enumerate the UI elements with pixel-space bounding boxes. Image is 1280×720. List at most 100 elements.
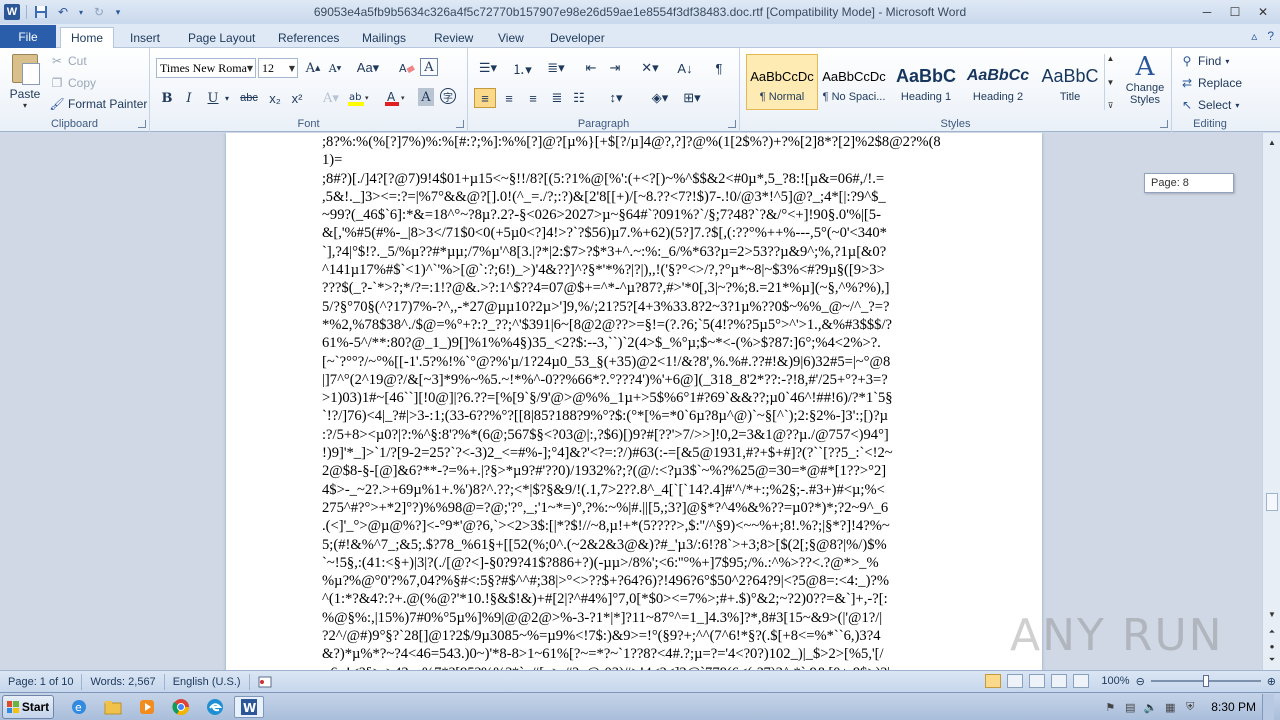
shrink-font-icon[interactable]: A ▼ <box>324 58 346 78</box>
macro-record-icon[interactable] <box>250 674 280 690</box>
web-layout-icon[interactable] <box>1029 674 1046 688</box>
italic-button[interactable]: I <box>178 88 200 108</box>
font-color-icon[interactable]: A ▾ <box>384 88 408 108</box>
scroll-down-icon[interactable]: ▼ <box>1107 78 1115 87</box>
paste-button[interactable]: Paste ▾ <box>8 54 42 110</box>
tab-developer[interactable]: Developer <box>540 27 615 48</box>
tab-view[interactable]: View <box>488 27 534 48</box>
language-indicator[interactable]: English (U.S.) <box>165 673 250 690</box>
document-body-text[interactable]: ;8?%:%(%[?]7%)%:%[#:?;%]:%%[?]@?[µ%}[+$[… <box>322 133 944 670</box>
page-count[interactable]: Page: 1 of 10 <box>0 673 83 690</box>
change-styles-button[interactable]: A Change Styles <box>1120 52 1170 116</box>
style-heading-1[interactable]: AaBbC Heading 1 <box>890 54 962 110</box>
subscript-button[interactable]: x₂ <box>264 88 286 108</box>
network-icon[interactable]: ▤ <box>1123 700 1137 714</box>
print-layout-view-icon[interactable] <box>985 674 1002 688</box>
text-effects-icon[interactable]: A▾ <box>320 88 342 108</box>
zoom-slider[interactable] <box>1150 675 1261 687</box>
more-styles-icon[interactable]: ⊽ <box>1108 101 1114 110</box>
superscript-button[interactable]: x² <box>286 88 308 108</box>
notification-flag-icon[interactable]: ⚑ <box>1103 700 1117 714</box>
tab-page-layout[interactable]: Page Layout <box>178 27 265 48</box>
close-icon[interactable]: ✕ <box>1250 2 1276 21</box>
word-logo-icon[interactable]: W <box>4 4 20 20</box>
scroll-up-icon[interactable]: ▲ <box>1107 54 1115 63</box>
underline-dropdown-icon[interactable]: ▾ <box>222 88 232 108</box>
clipboard-launcher-icon[interactable] <box>138 120 146 128</box>
zoom-slider-knob[interactable] <box>1202 675 1209 687</box>
help-icon[interactable]: ? <box>1267 29 1274 43</box>
minimize-ribbon-icon[interactable]: ▵ <box>1251 29 1257 43</box>
character-border-icon[interactable]: A <box>420 58 438 76</box>
find-button[interactable]: ⚲ Find ▾ <box>1180 52 1230 70</box>
undo-dropdown-icon[interactable]: ▾ <box>77 4 85 20</box>
edge-icon[interactable] <box>200 696 230 718</box>
volume-icon[interactable]: 🔈 <box>1143 700 1157 714</box>
save-icon[interactable] <box>33 4 49 20</box>
increase-indent-icon[interactable]: ⇥ <box>604 58 626 78</box>
highlight-color-icon[interactable]: ab ▾ <box>346 88 372 108</box>
paste-dropdown-icon[interactable]: ▾ <box>23 101 27 110</box>
multilevel-list-icon[interactable]: ≣▾ <box>542 58 570 78</box>
shading-icon[interactable]: ◈▾ <box>646 88 674 108</box>
sort-icon[interactable]: A↓ <box>674 58 696 78</box>
start-button[interactable]: Start <box>2 695 54 719</box>
document-page[interactable]: ;8?%:%(%[?]7%)%:%[#:?;%]:%%[?]@?[µ%}[+$[… <box>226 133 1042 670</box>
style-title[interactable]: AaBbC Title <box>1034 54 1106 110</box>
chrome-icon[interactable] <box>166 696 196 718</box>
justify-icon[interactable]: ≣ <box>546 88 568 108</box>
show-formatting-marks-icon[interactable]: ¶ <box>708 58 730 78</box>
distributed-icon[interactable]: ☷ <box>568 88 590 108</box>
align-right-icon[interactable]: ≡ <box>522 88 544 108</box>
font-launcher-icon[interactable] <box>456 120 464 128</box>
clear-formatting-icon[interactable]: A <box>396 58 418 78</box>
clock[interactable]: 8:30 PM <box>1211 700 1256 714</box>
tab-insert[interactable]: Insert <box>120 27 170 48</box>
cut-button[interactable]: ✂ Cut <box>50 52 87 70</box>
styles-launcher-icon[interactable] <box>1160 120 1168 128</box>
font-name-combo[interactable]: Times New Roma ▼ <box>156 58 256 78</box>
asian-layout-icon[interactable]: ✕▾ <box>636 58 664 78</box>
full-screen-reading-icon[interactable] <box>1007 674 1024 688</box>
word-taskbar-icon[interactable]: W <box>234 696 264 718</box>
enclose-characters-icon[interactable]: 字 <box>440 88 456 104</box>
align-left-icon[interactable]: ≡ <box>474 88 496 108</box>
change-case-icon[interactable]: Aa▾ <box>354 58 382 78</box>
undo-icon[interactable]: ↶ <box>55 4 71 20</box>
decrease-indent-icon[interactable]: ⇤ <box>580 58 602 78</box>
grow-font-icon[interactable]: A ▲ <box>302 58 324 78</box>
scroll-up-icon[interactable]: ▲ <box>1265 135 1279 149</box>
word-count[interactable]: Words: 2,567 <box>82 673 165 690</box>
numbering-icon[interactable]: ⒈▾ <box>508 58 536 78</box>
media-player-icon[interactable] <box>132 696 162 718</box>
select-button[interactable]: ↖ Select ▾ <box>1180 96 1239 114</box>
maximize-icon[interactable]: ☐ <box>1222 2 1248 21</box>
align-center-icon[interactable]: ≡ <box>498 88 520 108</box>
styles-scroll[interactable]: ▲ ▼ ⊽ <box>1104 54 1116 110</box>
format-painter-button[interactable]: 🖌 Format Painter <box>49 95 147 113</box>
tab-file[interactable]: File <box>0 25 56 48</box>
tab-references[interactable]: References <box>268 27 349 48</box>
bold-button[interactable]: B <box>156 88 178 108</box>
strikethrough-button[interactable]: abc <box>236 88 262 108</box>
style-no-spacing[interactable]: AaBbCcDc ¶ No Spaci... <box>818 54 890 110</box>
bullets-icon[interactable]: ☰▾ <box>474 58 502 78</box>
character-shading-icon[interactable]: A <box>418 88 434 106</box>
redo-icon[interactable]: ↻ <box>91 4 107 20</box>
outline-view-icon[interactable] <box>1051 674 1068 688</box>
customize-qat-icon[interactable]: ▾ <box>113 4 123 20</box>
show-desktop-button[interactable] <box>1262 694 1274 720</box>
zoom-out-icon[interactable]: ⊖ <box>1136 675 1145 688</box>
vertical-scrollbar[interactable]: ▲ ▼ ⏶ ● ⏷ <box>1262 133 1280 670</box>
tab-home[interactable]: Home <box>60 27 115 48</box>
paragraph-launcher-icon[interactable] <box>728 120 736 128</box>
replace-button[interactable]: ⇄ Replace <box>1180 74 1242 92</box>
security-icon[interactable]: ⛨ <box>1183 700 1197 714</box>
underline-button[interactable]: U <box>202 88 224 108</box>
font-size-combo[interactable]: 12 ▼ <box>258 58 298 78</box>
zoom-level[interactable]: 100% <box>1101 675 1129 687</box>
scroll-down-icon[interactable]: ▼ <box>1265 607 1279 621</box>
zoom-in-icon[interactable]: ⊕ <box>1267 675 1276 688</box>
tab-mailings[interactable]: Mailings <box>352 27 416 48</box>
browse-object-icon[interactable]: ● <box>1265 639 1279 653</box>
